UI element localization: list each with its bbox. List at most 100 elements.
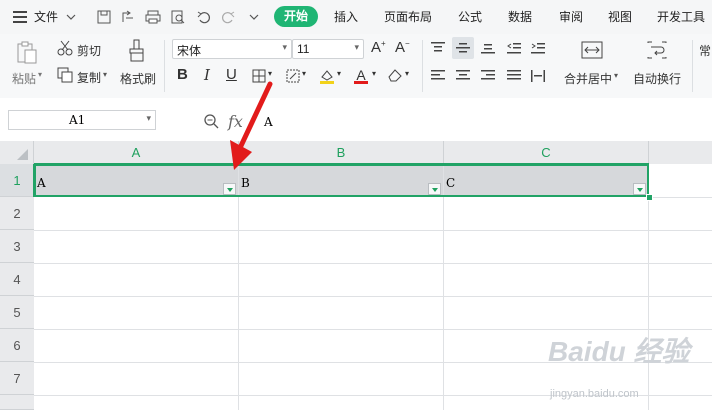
formula-bar: A1 ▾ fx A bbox=[0, 98, 712, 140]
ribbon-cutoff-label: 常 bbox=[699, 44, 712, 58]
decrease-indent-icon[interactable] bbox=[506, 40, 522, 56]
row-header-1[interactable]: 1 bbox=[0, 164, 34, 197]
print-preview-icon[interactable] bbox=[170, 9, 186, 25]
format-painter-icon bbox=[126, 38, 148, 64]
eraser-icon[interactable] bbox=[386, 67, 404, 83]
grid-line bbox=[34, 230, 712, 231]
chevron-down-icon: ▾ bbox=[146, 113, 151, 123]
tab-view[interactable]: 视图 bbox=[608, 8, 632, 25]
tab-developer[interactable]: 开发工具 bbox=[657, 8, 705, 25]
filter-dropdown-b[interactable] bbox=[428, 183, 441, 195]
row-header-8[interactable] bbox=[0, 395, 34, 410]
bold-icon[interactable]: B bbox=[177, 66, 188, 83]
grid-line bbox=[238, 164, 239, 410]
grid-line bbox=[443, 164, 444, 410]
chevron-down-icon[interactable]: ▾ bbox=[614, 71, 618, 80]
row-header-4[interactable]: 4 bbox=[0, 263, 34, 296]
decrease-font-icon[interactable]: A− bbox=[395, 39, 410, 56]
chevron-down-icon: ▾ bbox=[354, 42, 359, 52]
name-box[interactable]: A1 ▾ bbox=[8, 110, 156, 130]
row-header-5[interactable]: 5 bbox=[0, 296, 34, 329]
chevron-down-icon[interactable]: ▾ bbox=[405, 69, 409, 78]
zoom-search-icon[interactable] bbox=[202, 112, 220, 130]
cell-b1[interactable]: B bbox=[241, 176, 250, 190]
fill-handle[interactable] bbox=[646, 194, 653, 201]
merge-center-button[interactable]: 合并居中 bbox=[564, 70, 612, 87]
print-icon[interactable] bbox=[144, 9, 162, 25]
filter-dropdown-a[interactable] bbox=[223, 183, 236, 195]
filter-dropdown-c[interactable] bbox=[633, 183, 646, 195]
increase-indent-icon[interactable] bbox=[530, 40, 546, 56]
row-header-7[interactable]: 7 bbox=[0, 362, 34, 395]
grid-line bbox=[34, 263, 712, 264]
cut-button[interactable]: 剪切 bbox=[77, 42, 101, 59]
font-size-dropdown[interactable]: 11 ▾ bbox=[292, 39, 364, 59]
chevron-down-icon[interactable]: ▾ bbox=[302, 69, 306, 78]
distributed-align-icon[interactable] bbox=[530, 68, 546, 84]
copy-button[interactable]: 复制 bbox=[77, 69, 101, 86]
export-icon[interactable] bbox=[120, 9, 136, 25]
watermark-logo: Baidu 经验 bbox=[548, 336, 690, 367]
annotation-arrow-icon bbox=[230, 81, 273, 170]
paste-dropdown-icon[interactable]: ▾ bbox=[38, 70, 42, 79]
cell-a1[interactable]: A bbox=[37, 176, 46, 190]
column-header-a[interactable]: A bbox=[34, 141, 239, 164]
save-icon[interactable] bbox=[96, 9, 112, 25]
redo-icon[interactable] bbox=[220, 9, 236, 25]
wrap-text-icon bbox=[646, 40, 668, 60]
align-top-icon[interactable] bbox=[430, 40, 446, 56]
font-size-value: 11 bbox=[297, 42, 310, 56]
row-header-6[interactable]: 6 bbox=[0, 329, 34, 362]
align-center-icon[interactable] bbox=[455, 68, 471, 84]
paste-icon[interactable] bbox=[14, 40, 40, 66]
menu-bar: 文件 开始 插入 页面布局 公式 数据 审阅 视图 开发工具 bbox=[0, 0, 712, 34]
ribbon-separator bbox=[422, 40, 423, 92]
row-header-3[interactable]: 3 bbox=[0, 230, 34, 263]
select-all-corner[interactable] bbox=[0, 141, 34, 164]
selection-border bbox=[34, 164, 649, 197]
justify-icon[interactable] bbox=[506, 68, 522, 84]
column-header-empty bbox=[649, 141, 712, 164]
align-bottom-icon[interactable] bbox=[480, 40, 496, 56]
font-color-icon[interactable]: A bbox=[352, 66, 370, 84]
tab-home[interactable]: 开始 bbox=[274, 6, 318, 27]
tab-page-layout[interactable]: 页面布局 bbox=[384, 8, 432, 25]
merge-center-icon bbox=[580, 40, 604, 60]
chevron-down-icon[interactable]: ▾ bbox=[337, 69, 341, 78]
font-name-dropdown[interactable]: 宋体 ▾ bbox=[172, 39, 292, 59]
grid-line bbox=[649, 197, 712, 198]
italic-icon[interactable]: I bbox=[204, 66, 210, 84]
chevron-down-icon[interactable]: ▾ bbox=[268, 69, 272, 78]
align-left-icon[interactable] bbox=[430, 68, 446, 84]
column-header-c[interactable]: C bbox=[444, 141, 649, 164]
copy-dropdown-icon[interactable]: ▾ bbox=[103, 70, 107, 79]
chevron-down-icon[interactable]: ▾ bbox=[372, 69, 376, 78]
file-menu[interactable]: 文件 bbox=[34, 8, 58, 25]
name-box-value: A1 bbox=[69, 113, 86, 127]
ribbon-toolbar: 粘贴 ▾ 剪切 复制 ▾ 格式刷 宋体 ▾ 11 ▾ A+ A− B I U ▾… bbox=[0, 34, 712, 99]
fill-pattern-icon[interactable] bbox=[284, 68, 302, 84]
ribbon-separator bbox=[164, 40, 165, 92]
font-name-value: 宋体 bbox=[177, 44, 202, 58]
align-right-icon[interactable] bbox=[480, 68, 496, 84]
fill-color-icon[interactable] bbox=[318, 67, 336, 85]
tab-review[interactable]: 审阅 bbox=[559, 8, 583, 25]
chevron-down-icon: ▾ bbox=[282, 42, 287, 52]
increase-font-icon[interactable]: A+ bbox=[371, 39, 386, 56]
cell-c1[interactable]: C bbox=[446, 176, 455, 190]
tab-data[interactable]: 数据 bbox=[508, 8, 532, 25]
tab-insert[interactable]: 插入 bbox=[334, 8, 358, 25]
row-header-2[interactable]: 2 bbox=[0, 197, 34, 230]
copy-icon bbox=[56, 67, 74, 83]
ribbon-separator bbox=[692, 40, 693, 92]
customize-toolbar-icon[interactable] bbox=[248, 11, 260, 23]
undo-icon[interactable] bbox=[196, 9, 212, 25]
wrap-text-button[interactable]: 自动换行 bbox=[633, 70, 681, 87]
format-painter-button[interactable]: 格式刷 bbox=[120, 70, 156, 87]
align-middle-icon[interactable] bbox=[452, 37, 474, 59]
tab-formulas[interactable]: 公式 bbox=[458, 8, 482, 25]
watermark-url: jingyan.baidu.com bbox=[550, 388, 639, 400]
paste-button[interactable]: 粘贴 bbox=[12, 70, 36, 87]
hamburger-icon[interactable] bbox=[12, 10, 28, 24]
chevron-down-icon[interactable] bbox=[64, 10, 78, 24]
